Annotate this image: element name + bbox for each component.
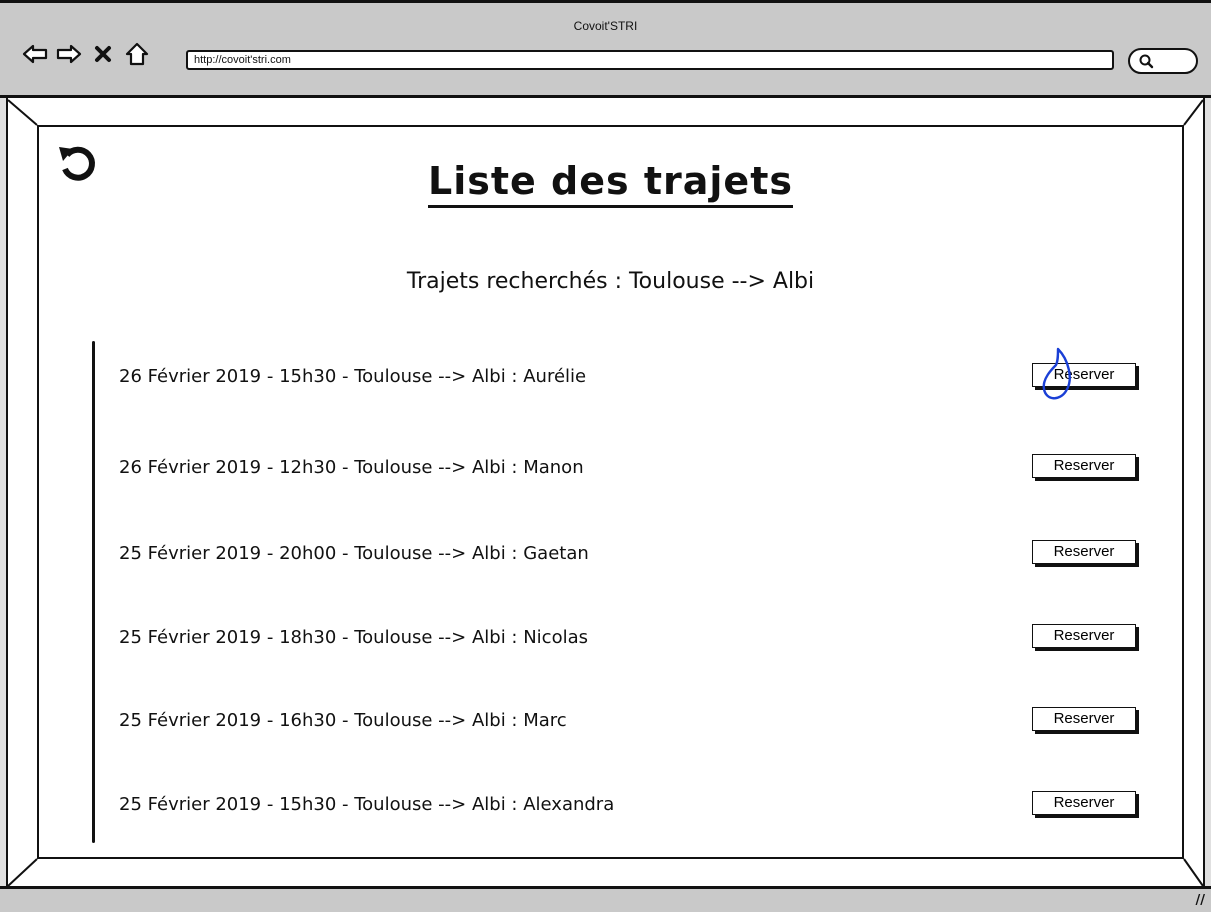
frame-left-edge	[0, 98, 8, 888]
page-title: Liste des trajets	[39, 159, 1182, 208]
trip-label: 25 Février 2019 - 20h00 - Toulouse --> A…	[119, 543, 589, 564]
close-x-icon[interactable]	[90, 41, 116, 67]
trip-row: 26 Février 2019 - 15h30 - Toulouse --> A…	[119, 363, 1139, 393]
reserve-button[interactable]: Reserver	[1032, 363, 1136, 387]
home-icon[interactable]	[124, 41, 150, 67]
trip-label: 25 Février 2019 - 15h30 - Toulouse --> A…	[119, 794, 615, 815]
trip-row: 25 Février 2019 - 16h30 - Toulouse --> A…	[119, 707, 1139, 737]
browser-search-field[interactable]	[1128, 48, 1198, 74]
trip-list-border	[92, 341, 95, 843]
page-title-text: Liste des trajets	[428, 159, 793, 208]
reserve-button[interactable]: Reserver	[1032, 454, 1136, 478]
browser-window: Covoit'STRI http://covoit'stri.com // Li…	[0, 0, 1211, 912]
status-bar: //	[0, 886, 1211, 912]
frame-right-edge	[1203, 98, 1211, 888]
trip-label: 25 Février 2019 - 16h30 - Toulouse --> A…	[119, 710, 567, 731]
trip-row: 25 Février 2019 - 20h00 - Toulouse --> A…	[119, 540, 1139, 570]
reserve-button[interactable]: Reserver	[1032, 624, 1136, 648]
trip-label: 25 Février 2019 - 18h30 - Toulouse --> A…	[119, 627, 589, 648]
window-title: Covoit'STRI	[573, 19, 638, 33]
trip-row: 25 Février 2019 - 15h30 - Toulouse --> A…	[119, 791, 1139, 821]
trip-row: 26 Février 2019 - 12h30 - Toulouse --> A…	[119, 454, 1139, 484]
reserve-button[interactable]: Reserver	[1032, 791, 1136, 815]
trip-row: 25 Février 2019 - 18h30 - Toulouse --> A…	[119, 624, 1139, 654]
resize-grip-icon[interactable]: //	[1196, 893, 1206, 908]
reserve-button[interactable]: Reserver	[1032, 540, 1136, 564]
nav-icons	[22, 41, 150, 67]
forward-arrow-icon[interactable]	[56, 41, 82, 67]
search-summary: Trajets recherchés : Toulouse --> Albi	[406, 269, 815, 294]
address-bar[interactable]: http://covoit'stri.com	[186, 50, 1114, 70]
trip-label: 26 Février 2019 - 15h30 - Toulouse --> A…	[119, 366, 587, 387]
back-arrow-icon[interactable]	[22, 41, 48, 67]
reserve-button[interactable]: Reserver	[1032, 707, 1136, 731]
browser-toolbar: Covoit'STRI http://covoit'stri.com	[0, 0, 1211, 98]
trip-label: 26 Février 2019 - 12h30 - Toulouse --> A…	[119, 457, 584, 478]
content-panel: Liste des trajets Trajets recherchés : T…	[37, 125, 1184, 859]
search-icon	[1139, 54, 1154, 69]
